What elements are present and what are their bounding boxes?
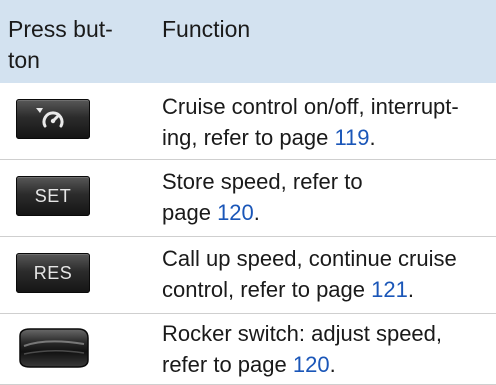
table-row: RES Call up speed, continue cruise contr… xyxy=(0,237,496,314)
table-row: Rocker switch: adjust speed, refer to pa… xyxy=(0,314,496,385)
function-text-end: . xyxy=(369,125,376,150)
function-text: Cruise control on/off, interrupt- ing, r… xyxy=(162,94,459,150)
function-text-end: . xyxy=(329,352,336,377)
function-text: Store speed, refer to page xyxy=(162,169,363,225)
table-row: Cruise control on/off, interrupt- ing, r… xyxy=(0,83,496,160)
function-text-end: . xyxy=(407,277,414,302)
page-link[interactable]: 120 xyxy=(293,352,330,377)
row-function-text: Cruise control on/off, interrupt- ing, r… xyxy=(162,91,488,153)
table-header: Press but- ton Function xyxy=(0,0,496,83)
function-text-end: . xyxy=(253,200,260,225)
header-press-button: Press but- ton xyxy=(8,16,113,73)
row-function-text: Call up speed, continue cruise control, … xyxy=(162,243,488,305)
page-link[interactable]: 119 xyxy=(334,125,369,150)
res-button-icon: RES xyxy=(16,253,90,293)
page-link[interactable]: 121 xyxy=(371,277,408,302)
cruise-control-button-icon xyxy=(16,99,90,139)
page-link[interactable]: 120 xyxy=(217,200,254,225)
set-button-label: SET xyxy=(16,176,90,216)
row-function-text: Rocker switch: adjust speed, refer to pa… xyxy=(162,318,488,380)
row-function-text: Store speed, refer to page 120. xyxy=(162,166,488,228)
set-button-icon: SET xyxy=(16,176,90,216)
table-row: SET Store speed, refer to page 120. xyxy=(0,160,496,237)
header-function: Function xyxy=(162,16,251,42)
rocker-switch-icon xyxy=(16,326,90,368)
res-button-label: RES xyxy=(16,253,90,293)
